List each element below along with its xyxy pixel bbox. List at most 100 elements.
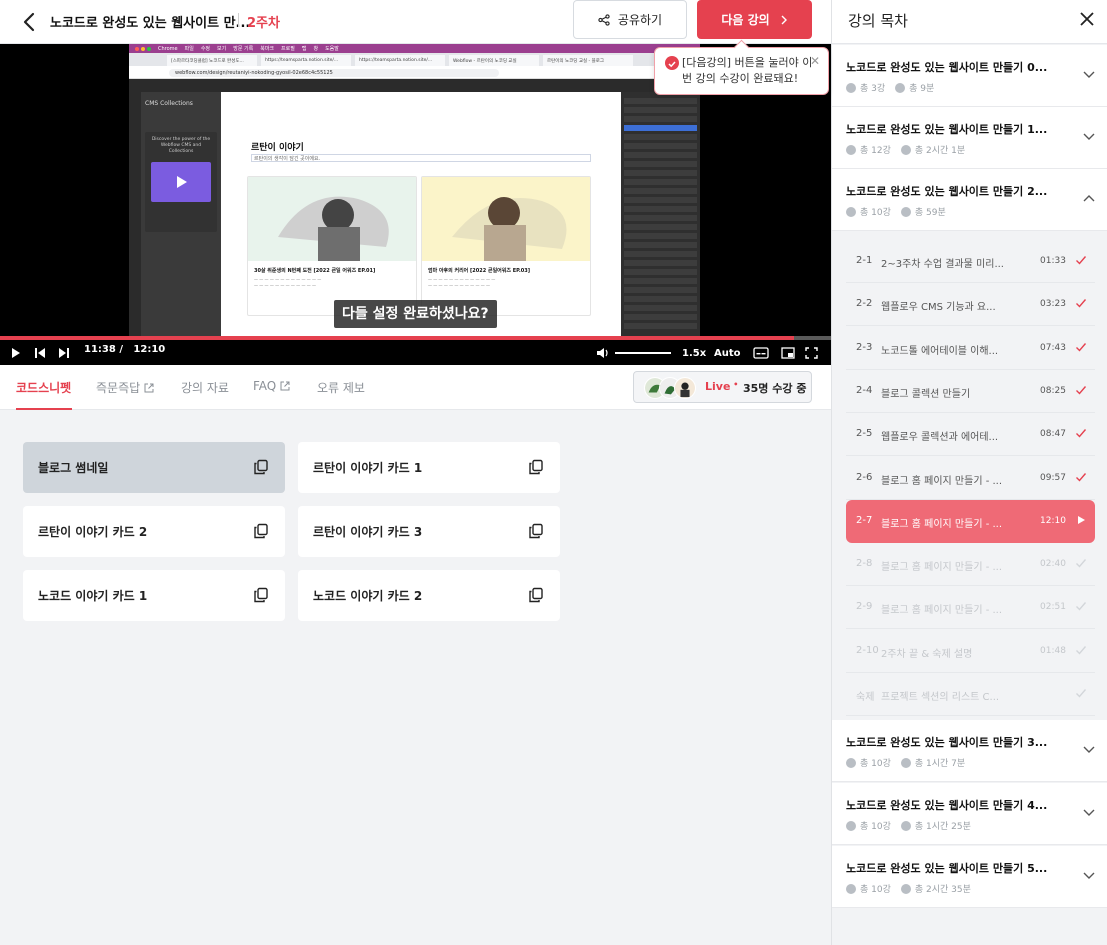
- tab-qna[interactable]: 즉문즉답: [96, 379, 154, 396]
- code-snippet-card[interactable]: 르탄이 이야기 카드 2: [23, 506, 285, 557]
- lesson-item[interactable]: 숙제 프로젝트 섹션의 리스트 C...: [846, 673, 1095, 716]
- lesson-number: 숙제: [856, 692, 875, 703]
- chevron-down-icon: [1083, 71, 1095, 78]
- live-text: Live: [705, 380, 731, 393]
- back-arrow-icon[interactable]: [18, 10, 42, 34]
- chapter-item[interactable]: 노코드로 완성도 있는 웹사이트 만들기 2... 총 10강 총 59분: [832, 169, 1107, 231]
- style-panel-row: [624, 215, 697, 221]
- copy-icon[interactable]: [253, 523, 269, 539]
- lesson-item[interactable]: 2-9 블로그 홈 페이지 만들기 - ... 02:51: [846, 586, 1095, 630]
- style-panel-row: [624, 269, 697, 275]
- chapter-item[interactable]: 노코드로 완성도 있는 웹사이트 만들기 1... 총 12강 총 2시간 1분: [832, 107, 1107, 169]
- browser-tab: https://teamsparta.notion.site/...: [355, 55, 445, 66]
- share-button[interactable]: 공유하기: [573, 0, 687, 39]
- quality-button[interactable]: Auto: [714, 346, 741, 360]
- lesson-count: 총 10강: [846, 819, 891, 832]
- close-icon[interactable]: [1078, 10, 1096, 28]
- chapter-item[interactable]: 노코드로 완성도 있는 웹사이트 만들기 3... 총 10강 총 1시간 7분: [832, 720, 1107, 782]
- lesson-number: 2-1: [856, 255, 873, 266]
- captions-icon[interactable]: [753, 346, 769, 360]
- lesson-count-text: 총 12강: [860, 146, 891, 156]
- skip-forward-icon[interactable]: [58, 346, 70, 360]
- code-snippet-card[interactable]: 르탄이 이야기 카드 1: [298, 442, 560, 493]
- browser-url: webflow.com/design/reutaniyi-nokoding-gy…: [169, 69, 499, 77]
- tab-report-error[interactable]: 오류 제보: [317, 379, 365, 396]
- chapter-item[interactable]: 노코드로 완성도 있는 웹사이트 만들기 4... 총 10강 총 1시간 25분: [832, 783, 1107, 845]
- lesson-item[interactable]: 2-2 웹플로우 CMS 기능과 요... 03:23: [846, 283, 1095, 327]
- lesson-count: 총 12강: [846, 143, 891, 156]
- lesson-item[interactable]: 2-6 블로그 홈 페이지 만들기 - ... 09:57: [846, 457, 1095, 500]
- mac-menu-item: 북마크: [260, 46, 275, 52]
- chapter-item[interactable]: 노코드로 완성도 있는 웹사이트 만들기 5... 총 10강 총 2시간 35분: [832, 846, 1107, 908]
- lesson-item[interactable]: 2-8 블로그 홈 페이지 만들기 - ... 02:40: [846, 543, 1095, 587]
- copy-icon[interactable]: [253, 459, 269, 475]
- chapter-title: 노코드로 완성도 있는 웹사이트 만들기 4...: [846, 799, 1048, 812]
- style-panel-row: [624, 125, 697, 131]
- current-time: 11:38 /: [84, 344, 123, 355]
- lesson-duration: 08:25: [1040, 385, 1066, 396]
- duration-text: 총 2시간 35분: [914, 885, 971, 895]
- lesson-title: 웹플로우 CMS 기능과 요...: [881, 302, 996, 314]
- live-avatars: [644, 377, 696, 399]
- fullscreen-icon[interactable]: [805, 346, 818, 360]
- canvas-card: 엄마 아후의 커리어 [2022 큰일어워즈 EP.03] — — — — — …: [421, 176, 591, 316]
- lesson-item[interactable]: 2-10 2주차 끝 & 숙제 설명 01:48: [846, 630, 1095, 673]
- code-snippet-card[interactable]: 블로그 썸네일: [23, 442, 285, 493]
- canvas-subheading: 르탄이의 생각이 담긴 곳이에요.: [251, 154, 591, 162]
- share-label: 공유하기: [617, 13, 663, 27]
- lesson-title: 블로그 홈 페이지 만들기 - ...: [881, 518, 1003, 530]
- mac-menu-item: 창: [313, 46, 319, 52]
- browser-tab-bar: [스파르타코딩클럽] 노코드로 완성도... https://teamsparta…: [129, 53, 700, 66]
- tab-faq[interactable]: FAQ: [253, 379, 290, 393]
- play-icon[interactable]: [10, 346, 22, 360]
- mac-menu-item: 프로필: [281, 46, 295, 52]
- lesson-item[interactable]: 2-1 2~3주차 수업 결과물 미리... 01:33: [846, 240, 1095, 283]
- title-divider: [238, 13, 239, 27]
- check-circle-icon: [665, 56, 679, 70]
- tab-materials[interactable]: 강의 자료: [181, 379, 229, 396]
- tab-label: FAQ: [253, 379, 277, 393]
- tab-label: 강의 자료: [181, 381, 229, 395]
- share-icon: [598, 13, 610, 26]
- tab-code-snippet[interactable]: 코드스니펫: [16, 379, 71, 396]
- volume-icon[interactable]: [596, 346, 609, 360]
- chapter-duration: 총 9분: [895, 81, 934, 94]
- style-panel-row: [624, 206, 697, 212]
- external-link-icon: [144, 383, 154, 392]
- tooltip-close-icon[interactable]: ✕: [810, 54, 820, 68]
- code-snippet-card[interactable]: 노코드 이야기 카드 2: [298, 570, 560, 621]
- skip-back-icon[interactable]: [34, 346, 46, 360]
- copy-icon[interactable]: [528, 523, 544, 539]
- copy-icon[interactable]: [253, 587, 269, 603]
- style-panel-row: [624, 242, 697, 248]
- next-lecture-tooltip: [다음강의] 버튼을 눌러야 이번 강의 수강이 완료돼요! ✕: [654, 47, 829, 95]
- copy-icon[interactable]: [528, 459, 544, 475]
- mac-menu-item: 탭: [301, 46, 307, 52]
- chapter-meta: 총 12강 총 2시간 1분: [846, 143, 965, 156]
- code-snippet-card[interactable]: 노코드 이야기 카드 1: [23, 570, 285, 621]
- lesson-item[interactable]: 2-4 블로그 콜렉션 만들기 08:25: [846, 370, 1095, 413]
- lesson-item[interactable]: 2-3 노코드톨 에어테이블 이해... 07:43: [846, 327, 1095, 370]
- live-viewers-box[interactable]: Live • 35명 수강 중: [633, 371, 812, 403]
- chevron-up-icon: [1083, 195, 1095, 202]
- lesson-number: 2-8: [856, 558, 873, 570]
- code-snippet-card[interactable]: 르탄이 이야기 카드 3: [298, 506, 560, 557]
- chevron-down-icon: [1083, 133, 1095, 140]
- chapter-item[interactable]: 노코드로 완성도 있는 웹사이트 만들기 0... 총 3강 총 9분: [832, 45, 1107, 107]
- snippet-label: 르탄이 이야기 카드 3: [313, 525, 423, 539]
- clock-icon: [900, 757, 911, 768]
- lesson-item[interactable]: 2-5 웹플로우 콜렉션과 에어테... 08:47: [846, 413, 1095, 457]
- lesson-item[interactable]: 2-7 블로그 홈 페이지 만들기 - ... 12:10: [846, 499, 1095, 543]
- lesson-count-text: 총 3강: [860, 84, 886, 94]
- mac-menu-item: 수정: [200, 46, 211, 52]
- tab-label: 즉문즉답: [96, 381, 141, 395]
- speed-button[interactable]: 1.5x: [682, 346, 706, 360]
- cms-promo: Discover the power of the Webflow CMS an…: [145, 132, 217, 232]
- copy-icon[interactable]: [528, 587, 544, 603]
- duration-text: 총 1시간 7분: [914, 759, 966, 769]
- pip-icon[interactable]: [781, 346, 795, 360]
- volume-slider[interactable]: [615, 352, 671, 354]
- next-lecture-button[interactable]: 다음 강의: [697, 0, 812, 39]
- lesson-duration: 02:51: [1040, 602, 1066, 613]
- card-thumbnail: [422, 177, 590, 261]
